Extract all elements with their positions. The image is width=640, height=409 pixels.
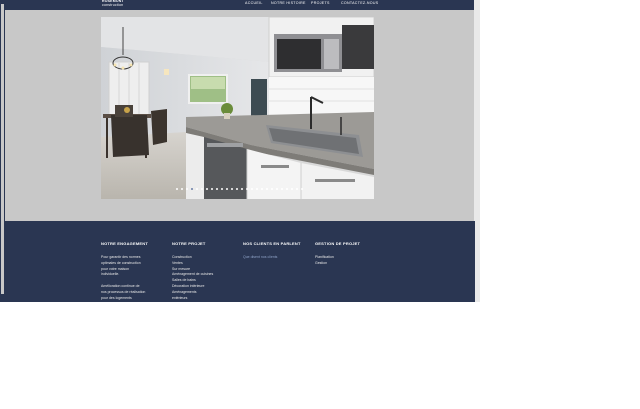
slider-dot[interactable] — [216, 188, 218, 190]
slider-dot[interactable] — [271, 188, 273, 190]
slider-dots — [0, 188, 480, 192]
slider-dot[interactable] — [191, 188, 193, 190]
slider-dot[interactable] — [241, 188, 243, 190]
page: ROSEMONT construction ACCUEIL NOTRE HIST… — [0, 0, 480, 302]
slider-dot[interactable] — [226, 188, 228, 190]
slider-dot[interactable] — [286, 188, 288, 190]
kitchen-photo — [101, 17, 374, 199]
footer-col-title: GESTION DE PROJET — [315, 241, 361, 246]
footer-col-list: Planification Gestion — [315, 255, 360, 267]
slider-dot[interactable] — [221, 188, 223, 190]
footer-link[interactable]: Gestion — [315, 261, 360, 267]
nav-item-histoire[interactable]: NOTRE HISTOIRE — [271, 1, 306, 5]
footer-col-title: NOS CLIENTS EN PARLENT — [243, 241, 301, 246]
slider-dot[interactable] — [276, 188, 278, 190]
slider-dot[interactable] — [206, 188, 208, 190]
slider-dot[interactable] — [211, 188, 213, 190]
hero-image — [101, 17, 374, 199]
site-footer: NOTRE ENGAGEMENT Pour garantir des norme… — [5, 221, 475, 302]
slider-dot[interactable] — [246, 188, 248, 190]
nav-item-contact[interactable]: CONTACTEZ-NOUS — [341, 1, 378, 5]
footer-link[interactable]: Que disent nos clients — [243, 255, 301, 261]
nav-item-projets[interactable]: PROJETS — [311, 1, 330, 5]
footer-col-list: Construction Ventes Sur mesure Aménagement … — [172, 255, 213, 301]
slider-dot[interactable] — [301, 188, 303, 190]
main-nav: ACCUEIL NOTRE HISTOIRE PROJETS CONTACTEZ… — [5, 1, 475, 7]
slider-dot[interactable] — [291, 188, 293, 190]
slider-dot[interactable] — [256, 188, 258, 190]
slider-dot[interactable] — [231, 188, 233, 190]
footer-col-engagement: NOTRE ENGAGEMENT Pour garantir des norme… — [101, 241, 148, 302]
slider-dot[interactable] — [196, 188, 198, 190]
slider-dot[interactable] — [281, 188, 283, 190]
footer-col-title: NOTRE PROJET — [172, 241, 206, 246]
footer-col-clients: NOS CLIENTS EN PARLENT Que disent nos cl… — [243, 241, 301, 261]
slider-dot[interactable] — [181, 188, 183, 190]
slider-dot[interactable] — [186, 188, 188, 190]
footer-col-list: Pour garantir des normes optimales de con… — [101, 255, 148, 302]
slider-dot[interactable] — [251, 188, 253, 190]
footer-col-gestion: GESTION DE PROJET Planification Gestion — [315, 241, 360, 267]
footer-text: nos processus de réalisation — [101, 289, 146, 294]
footer-col-list: Que disent nos clients — [243, 255, 301, 261]
slider-dot[interactable] — [261, 188, 263, 190]
footer-text: pour des logements — [101, 295, 132, 300]
slider-dot[interactable] — [236, 188, 238, 190]
footer-col-title: NOTRE ENGAGEMENT — [101, 241, 148, 246]
footer-link[interactable]: extérieurs — [172, 296, 213, 302]
nav-item-accueil[interactable]: ACCUEIL — [245, 1, 263, 5]
footer-col-projet: NOTRE PROJET Construction Ventes Sur mesur… — [172, 241, 213, 301]
slider-dot[interactable] — [176, 188, 178, 190]
slider-dot[interactable] — [266, 188, 268, 190]
slider-dot[interactable] — [296, 188, 298, 190]
slider-dot[interactable] — [201, 188, 203, 190]
scrollbar-thumb[interactable] — [1, 4, 4, 294]
site-header: ROSEMONT construction ACCUEIL NOTRE HIST… — [5, 0, 475, 10]
